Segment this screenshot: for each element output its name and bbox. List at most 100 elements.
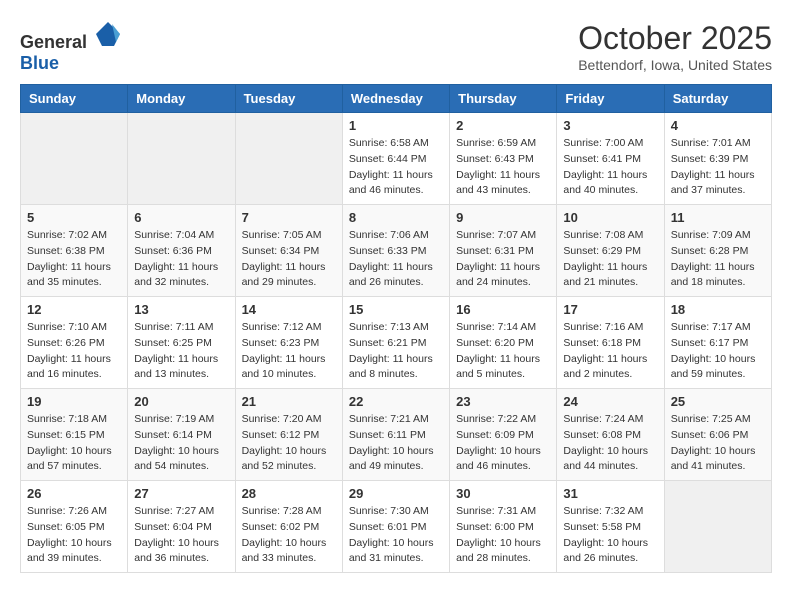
day-info: Sunrise: 7:20 AMSunset: 6:12 PMDaylight:… — [242, 412, 336, 475]
day-number: 9 — [456, 210, 550, 225]
weekday-header-tuesday: Tuesday — [235, 85, 342, 113]
day-number: 13 — [134, 302, 228, 317]
calendar-week-5: 26 Sunrise: 7:26 AMSunset: 6:05 PMDayligh… — [21, 481, 772, 573]
calendar-header-row: SundayMondayTuesdayWednesdayThursdayFrid… — [21, 85, 772, 113]
day-number: 10 — [563, 210, 657, 225]
day-info: Sunrise: 7:19 AMSunset: 6:14 PMDaylight:… — [134, 412, 228, 475]
calendar-day: 5 Sunrise: 7:02 AMSunset: 6:38 PMDaylight… — [21, 205, 128, 297]
day-info: Sunrise: 7:05 AMSunset: 6:34 PMDaylight:… — [242, 228, 336, 291]
day-number: 31 — [563, 486, 657, 501]
calendar-day: 12 Sunrise: 7:10 AMSunset: 6:26 PMDayligh… — [21, 297, 128, 389]
day-number: 8 — [349, 210, 443, 225]
day-number: 22 — [349, 394, 443, 409]
calendar-day — [21, 113, 128, 205]
weekday-header-monday: Monday — [128, 85, 235, 113]
day-info: Sunrise: 7:28 AMSunset: 6:02 PMDaylight:… — [242, 504, 336, 567]
weekday-header-wednesday: Wednesday — [342, 85, 449, 113]
day-info: Sunrise: 7:08 AMSunset: 6:29 PMDaylight:… — [563, 228, 657, 291]
calendar-week-4: 19Sunrise: 7:18 AMSunset: 6:15 PMDayligh… — [21, 389, 772, 481]
day-info: Sunrise: 7:02 AMSunset: 6:38 PMDaylight:… — [27, 228, 121, 291]
title-block: October 2025 Bettendorf, Iowa, United St… — [578, 20, 772, 73]
calendar-table: SundayMondayTuesdayWednesdayThursdayFrid… — [20, 84, 772, 573]
day-info: Sunrise: 7:13 AMSunset: 6:21 PMDaylight:… — [349, 320, 443, 383]
day-number: 24 — [563, 394, 657, 409]
logo: General Blue — [20, 20, 122, 74]
calendar-week-2: 5 Sunrise: 7:02 AMSunset: 6:38 PMDaylight… — [21, 205, 772, 297]
logo-general: General — [20, 32, 87, 52]
calendar-day: 6Sunrise: 7:04 AMSunset: 6:36 PMDaylight… — [128, 205, 235, 297]
calendar-day: 19Sunrise: 7:18 AMSunset: 6:15 PMDayligh… — [21, 389, 128, 481]
day-info: Sunrise: 7:22 AMSunset: 6:09 PMDaylight:… — [456, 412, 550, 475]
day-info: Sunrise: 7:21 AMSunset: 6:11 PMDaylight:… — [349, 412, 443, 475]
calendar-week-1: 1Sunrise: 6:58 AMSunset: 6:44 PMDaylight… — [21, 113, 772, 205]
day-number: 20 — [134, 394, 228, 409]
day-number: 6 — [134, 210, 228, 225]
calendar-day — [128, 113, 235, 205]
day-number: 5 — [27, 210, 121, 225]
day-info: Sunrise: 7:10 AMSunset: 6:26 PMDaylight:… — [27, 320, 121, 383]
day-info: Sunrise: 7:11 AMSunset: 6:25 PMDaylight:… — [134, 320, 228, 383]
calendar-day: 15 Sunrise: 7:13 AMSunset: 6:21 PMDayligh… — [342, 297, 449, 389]
day-number: 11 — [671, 210, 765, 225]
calendar-day: 8Sunrise: 7:06 AMSunset: 6:33 PMDaylight… — [342, 205, 449, 297]
month-title: October 2025 — [578, 20, 772, 57]
weekday-header-thursday: Thursday — [450, 85, 557, 113]
calendar-day — [235, 113, 342, 205]
calendar-day: 24 Sunrise: 7:24 AMSunset: 6:08 PMDayligh… — [557, 389, 664, 481]
day-number: 3 — [563, 118, 657, 133]
day-number: 25 — [671, 394, 765, 409]
calendar-day: 26 Sunrise: 7:26 AMSunset: 6:05 PMDayligh… — [21, 481, 128, 573]
day-number: 27 — [134, 486, 228, 501]
day-info: Sunrise: 7:09 AMSunset: 6:28 PMDaylight:… — [671, 228, 765, 291]
calendar-day: 7Sunrise: 7:05 AMSunset: 6:34 PMDaylight… — [235, 205, 342, 297]
day-info: Sunrise: 7:00 AMSunset: 6:41 PMDaylight:… — [563, 136, 657, 199]
calendar-day: 13 Sunrise: 7:11 AMSunset: 6:25 PMDayligh… — [128, 297, 235, 389]
calendar-day: 25 Sunrise: 7:25 AMSunset: 6:06 PMDayligh… — [664, 389, 771, 481]
calendar-day — [664, 481, 771, 573]
calendar-day: 22 Sunrise: 7:21 AMSunset: 6:11 PMDayligh… — [342, 389, 449, 481]
day-number: 15 — [349, 302, 443, 317]
calendar-day: 31Sunrise: 7:32 AMSunset: 5:58 PMDayligh… — [557, 481, 664, 573]
day-info: Sunrise: 7:25 AMSunset: 6:06 PMDaylight:… — [671, 412, 765, 475]
day-number: 21 — [242, 394, 336, 409]
calendar-day: 17Sunrise: 7:16 AMSunset: 6:18 PMDayligh… — [557, 297, 664, 389]
day-number: 23 — [456, 394, 550, 409]
calendar-day: 16 Sunrise: 7:14 AMSunset: 6:20 PMDayligh… — [450, 297, 557, 389]
day-number: 18 — [671, 302, 765, 317]
calendar-day: 23 Sunrise: 7:22 AMSunset: 6:09 PMDayligh… — [450, 389, 557, 481]
day-number: 4 — [671, 118, 765, 133]
logo-icon — [94, 20, 122, 48]
day-number: 12 — [27, 302, 121, 317]
day-number: 16 — [456, 302, 550, 317]
day-info: Sunrise: 7:01 AMSunset: 6:39 PMDaylight:… — [671, 136, 765, 199]
logo-text: General Blue — [20, 20, 122, 74]
calendar-day: 29Sunrise: 7:30 AMSunset: 6:01 PMDayligh… — [342, 481, 449, 573]
calendar-day: 3 Sunrise: 7:00 AMSunset: 6:41 PMDaylight… — [557, 113, 664, 205]
day-info: Sunrise: 7:12 AMSunset: 6:23 PMDaylight:… — [242, 320, 336, 383]
calendar-day: 28Sunrise: 7:28 AMSunset: 6:02 PMDayligh… — [235, 481, 342, 573]
day-info: Sunrise: 7:17 AMSunset: 6:17 PMDaylight:… — [671, 320, 765, 383]
page-header: General Blue October 2025 Bettendorf, Io… — [20, 20, 772, 74]
weekday-header-friday: Friday — [557, 85, 664, 113]
day-number: 29 — [349, 486, 443, 501]
day-info: Sunrise: 6:58 AMSunset: 6:44 PMDaylight:… — [349, 136, 443, 199]
day-number: 30 — [456, 486, 550, 501]
day-info: Sunrise: 7:14 AMSunset: 6:20 PMDaylight:… — [456, 320, 550, 383]
day-info: Sunrise: 7:24 AMSunset: 6:08 PMDaylight:… — [563, 412, 657, 475]
calendar-day: 21 Sunrise: 7:20 AMSunset: 6:12 PMDayligh… — [235, 389, 342, 481]
weekday-header-saturday: Saturday — [664, 85, 771, 113]
calendar-day: 2Sunrise: 6:59 AMSunset: 6:43 PMDaylight… — [450, 113, 557, 205]
calendar-day: 9Sunrise: 7:07 AMSunset: 6:31 PMDaylight… — [450, 205, 557, 297]
day-info: Sunrise: 7:26 AMSunset: 6:05 PMDaylight:… — [27, 504, 121, 567]
day-number: 26 — [27, 486, 121, 501]
calendar-day: 14Sunrise: 7:12 AMSunset: 6:23 PMDayligh… — [235, 297, 342, 389]
calendar-day: 30Sunrise: 7:31 AMSunset: 6:00 PMDayligh… — [450, 481, 557, 573]
calendar-week-3: 12 Sunrise: 7:10 AMSunset: 6:26 PMDayligh… — [21, 297, 772, 389]
logo-blue: Blue — [20, 53, 59, 73]
day-number: 19 — [27, 394, 121, 409]
calendar-day: 11 Sunrise: 7:09 AMSunset: 6:28 PMDayligh… — [664, 205, 771, 297]
day-number: 17 — [563, 302, 657, 317]
weekday-header-sunday: Sunday — [21, 85, 128, 113]
day-number: 2 — [456, 118, 550, 133]
location-subtitle: Bettendorf, Iowa, United States — [578, 57, 772, 73]
